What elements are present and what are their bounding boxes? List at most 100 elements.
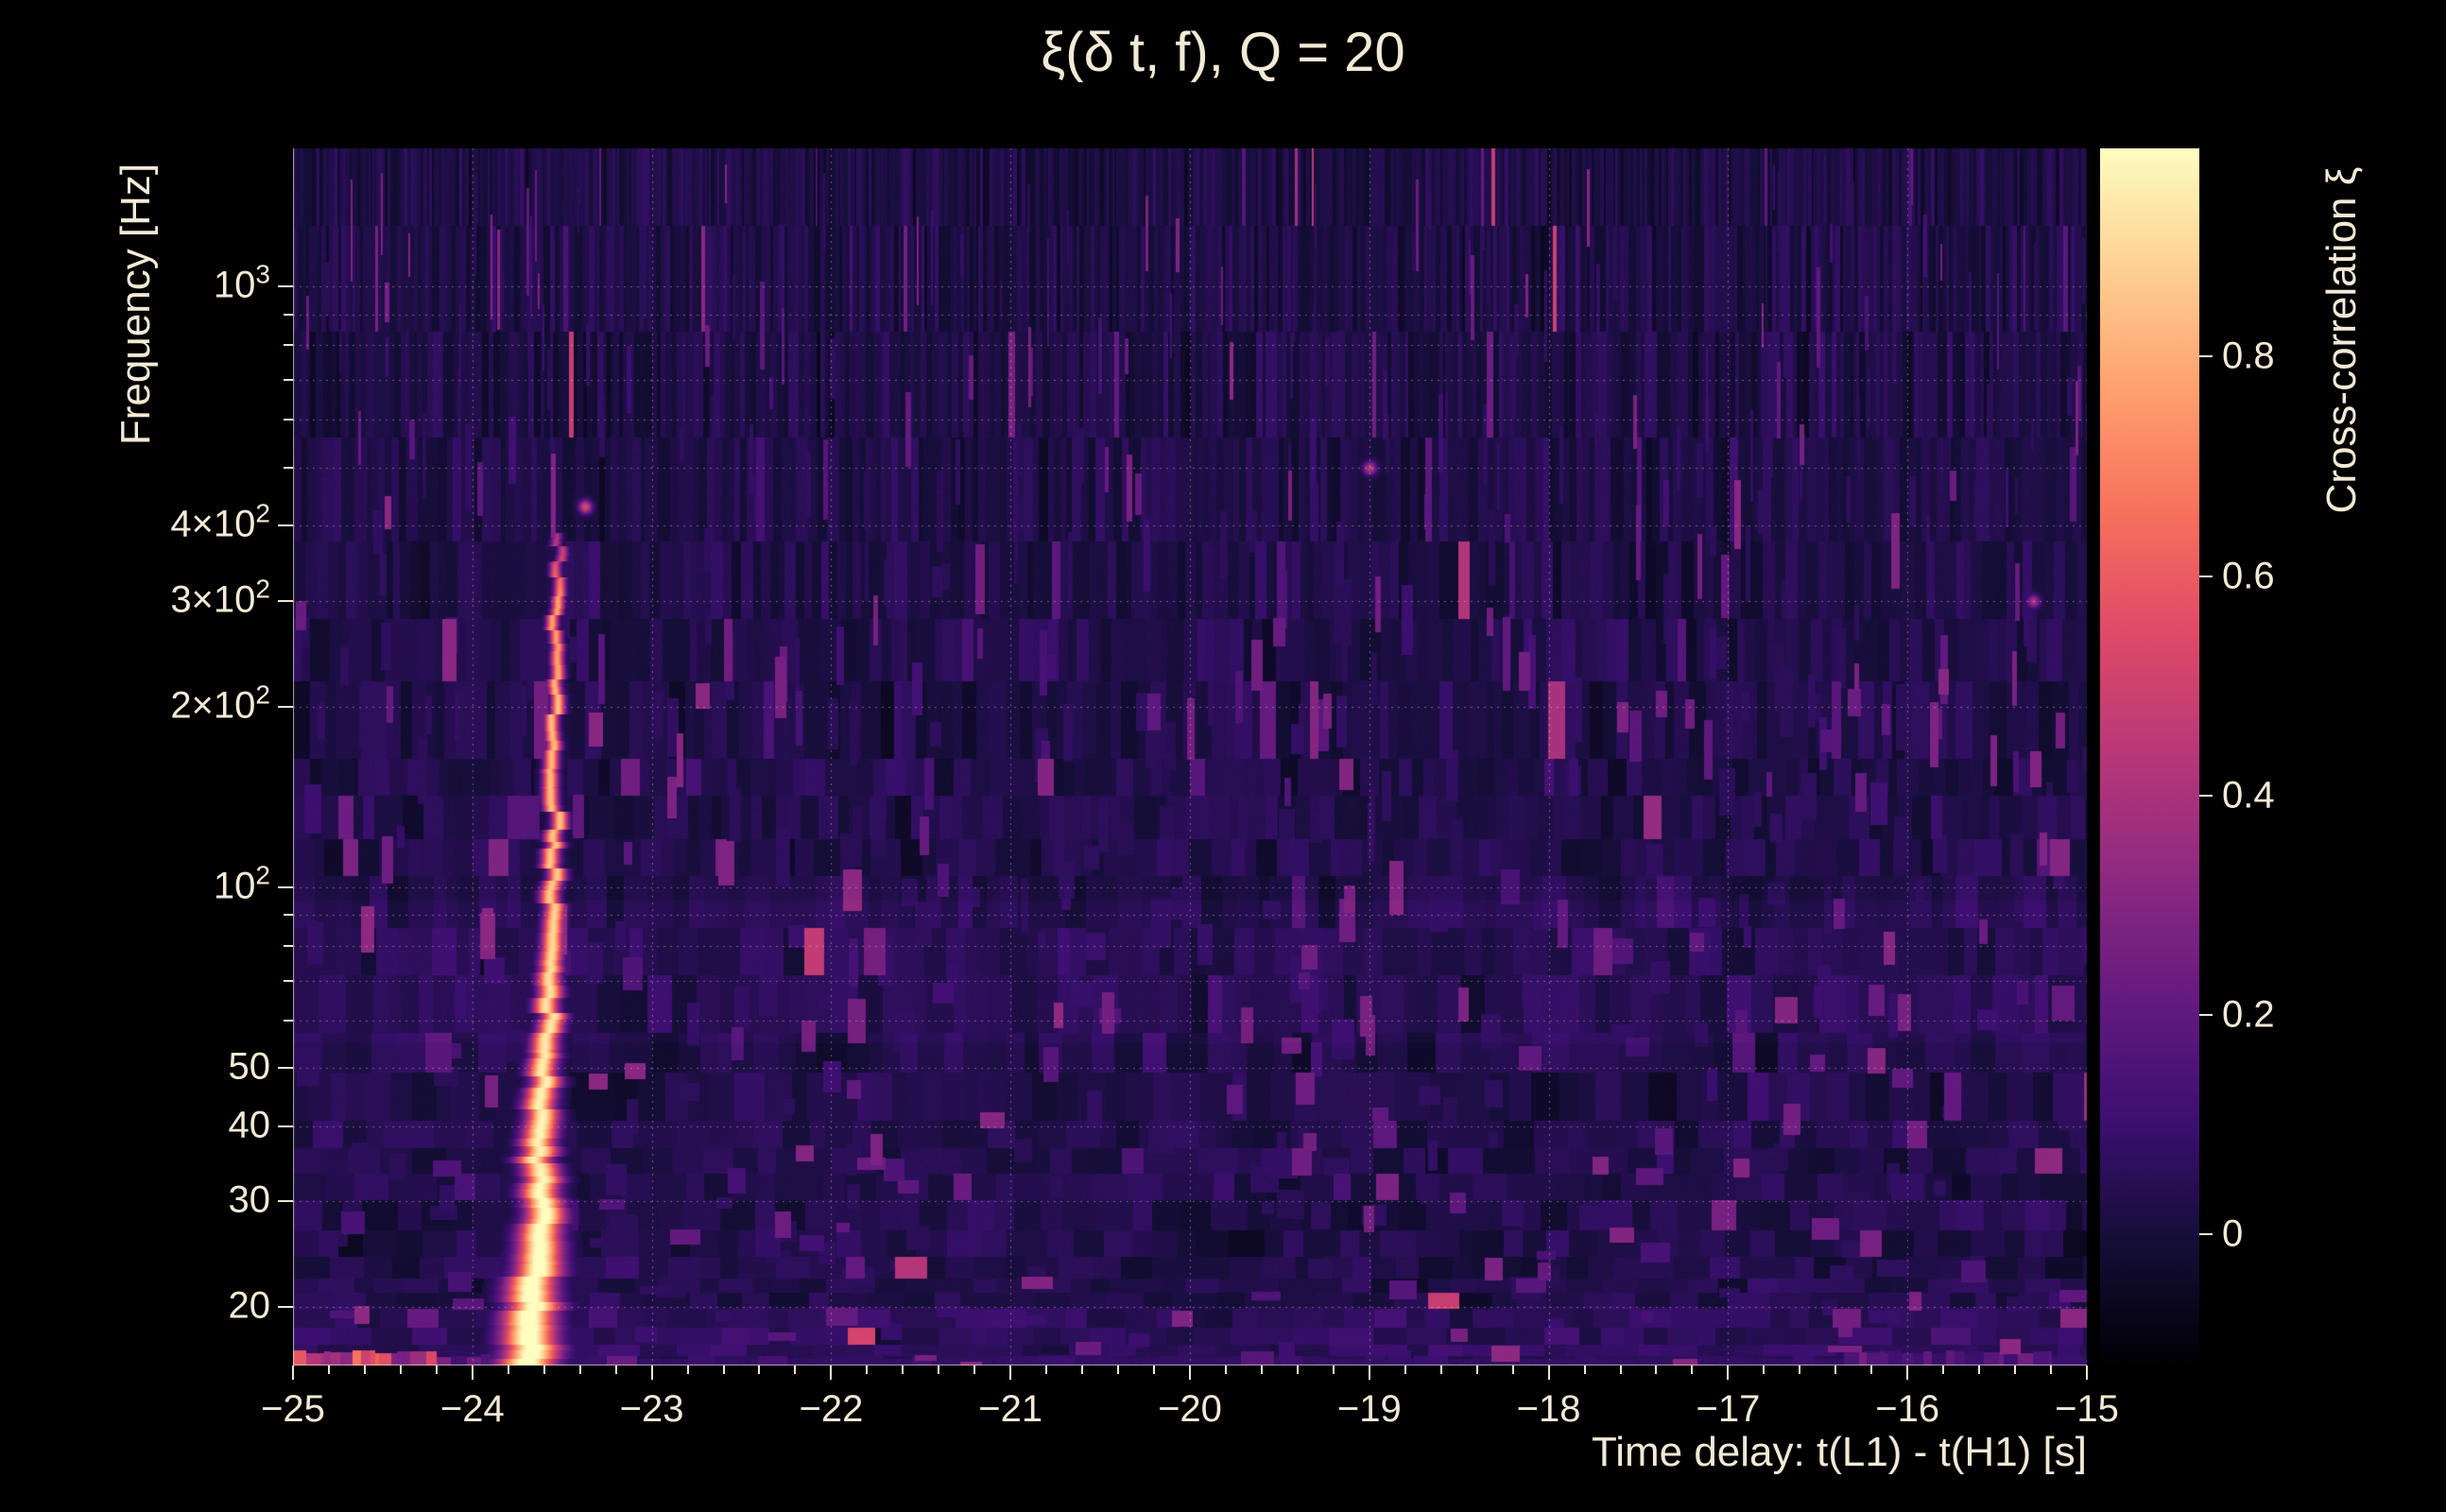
- x-tick-label: −17: [1696, 1388, 1760, 1431]
- x-minor-tick: [579, 1366, 581, 1374]
- y-axis-label: Frequency [Hz]: [112, 163, 160, 445]
- y-minor-tick: [284, 419, 293, 421]
- colorbar-tick: [2199, 355, 2213, 357]
- x-major-tick: [830, 1366, 832, 1380]
- y-tick-label: 50: [229, 1046, 271, 1089]
- colorbar-tick: [2199, 576, 2213, 577]
- x-minor-tick: [1404, 1366, 1406, 1374]
- x-minor-tick: [758, 1366, 760, 1374]
- x-major-tick: [1548, 1366, 1550, 1380]
- y-minor-tick: [284, 467, 293, 469]
- y-tick-label: 102: [214, 866, 270, 908]
- x-minor-tick: [1870, 1366, 1872, 1374]
- x-minor-tick: [1834, 1366, 1836, 1374]
- y-minor-tick: [284, 1020, 293, 1022]
- y-major-tick: [278, 524, 293, 526]
- x-minor-tick: [1081, 1366, 1083, 1374]
- colorbar-tick-label: 0: [2222, 1212, 2243, 1255]
- x-major-tick: [2086, 1366, 2088, 1380]
- colorbar-tick-label: 0.8: [2222, 335, 2275, 378]
- x-minor-tick: [1978, 1366, 1980, 1374]
- x-minor-tick: [400, 1366, 402, 1374]
- colorbar-tick: [2199, 1014, 2213, 1016]
- x-minor-tick: [1655, 1366, 1657, 1374]
- x-minor-tick: [615, 1366, 617, 1374]
- x-minor-tick: [364, 1366, 366, 1374]
- x-major-tick: [1727, 1366, 1729, 1380]
- x-minor-tick: [1440, 1366, 1442, 1374]
- x-minor-tick: [1691, 1366, 1693, 1374]
- x-tick-label: −18: [1517, 1388, 1581, 1431]
- x-minor-tick: [1225, 1366, 1227, 1374]
- x-minor-tick: [328, 1366, 330, 1374]
- x-minor-tick: [794, 1366, 796, 1374]
- x-major-tick: [1189, 1366, 1191, 1380]
- x-minor-tick: [1045, 1366, 1047, 1374]
- y-major-tick: [278, 886, 293, 888]
- colorbar-tick: [2199, 795, 2213, 797]
- x-minor-tick: [973, 1366, 975, 1374]
- y-tick-label: 20: [229, 1285, 271, 1328]
- colorbar-tick: [2199, 1233, 2213, 1235]
- y-major-tick: [278, 1200, 293, 1202]
- y-tick-label: 2×102: [170, 684, 270, 727]
- y-tick-label: 30: [229, 1179, 271, 1222]
- x-minor-tick: [1297, 1366, 1299, 1374]
- x-tick-label: −15: [2055, 1388, 2119, 1431]
- y-major-tick: [278, 285, 293, 287]
- y-tick-label: 103: [214, 265, 270, 307]
- y-minor-tick: [284, 344, 293, 346]
- colorbar-tick-label: 0.2: [2222, 993, 2275, 1036]
- x-minor-tick: [1584, 1366, 1586, 1374]
- x-major-tick: [1009, 1366, 1011, 1380]
- y-minor-tick: [284, 980, 293, 982]
- y-major-tick: [278, 600, 293, 602]
- x-minor-tick: [543, 1366, 545, 1374]
- y-minor-tick: [284, 945, 293, 947]
- x-minor-tick: [508, 1366, 509, 1374]
- x-major-tick: [1369, 1366, 1370, 1380]
- x-minor-tick: [1512, 1366, 1514, 1374]
- figure: ξ(δ t, f), Q = 20 Frequency [Hz] −25 −24 −…: [0, 0, 2446, 1512]
- x-tick-label: −21: [978, 1388, 1042, 1431]
- x-minor-tick: [1333, 1366, 1335, 1374]
- y-major-tick: [278, 1125, 293, 1127]
- x-minor-tick: [1476, 1366, 1478, 1374]
- y-tick-label: 4×102: [170, 504, 270, 546]
- y-minor-tick: [284, 314, 293, 316]
- x-minor-tick: [1117, 1366, 1119, 1374]
- colorbar-label: Cross-correlation ξ: [2318, 167, 2366, 514]
- x-minor-tick: [1620, 1366, 1622, 1374]
- chart-title: ξ(δ t, f), Q = 20: [0, 21, 2446, 84]
- y-major-tick: [278, 1067, 293, 1069]
- x-tick-label: −20: [1158, 1388, 1222, 1431]
- y-minor-tick: [284, 379, 293, 381]
- y-tick-label: 3×102: [170, 578, 270, 621]
- x-tick-label: −16: [1875, 1388, 1939, 1431]
- exponent: 3: [255, 260, 270, 289]
- exponent: 2: [255, 499, 270, 528]
- exponent: 2: [255, 574, 270, 603]
- colorbar: [2100, 148, 2199, 1366]
- colorbar-tick-label: 0.4: [2222, 774, 2275, 816]
- x-major-tick: [292, 1366, 294, 1380]
- x-tick-label: −25: [261, 1388, 325, 1431]
- colorbar-tick-label: 0.6: [2222, 555, 2275, 597]
- x-major-tick: [472, 1366, 474, 1380]
- x-minor-tick: [1763, 1366, 1765, 1374]
- heatmap-canvas: [293, 148, 2087, 1366]
- x-tick-label: −22: [799, 1388, 863, 1431]
- x-minor-tick: [938, 1366, 939, 1374]
- x-minor-tick: [687, 1366, 689, 1374]
- exponent: 2: [255, 679, 270, 709]
- x-minor-tick: [1261, 1366, 1263, 1374]
- x-tick-label: −24: [440, 1388, 505, 1431]
- x-minor-tick: [436, 1366, 438, 1374]
- x-major-tick: [1906, 1366, 1908, 1380]
- x-minor-tick: [902, 1366, 904, 1374]
- y-major-tick: [278, 706, 293, 708]
- x-minor-tick: [1799, 1366, 1800, 1374]
- y-minor-tick: [284, 914, 293, 916]
- y-major-tick: [278, 1306, 293, 1308]
- x-minor-tick: [1153, 1366, 1155, 1374]
